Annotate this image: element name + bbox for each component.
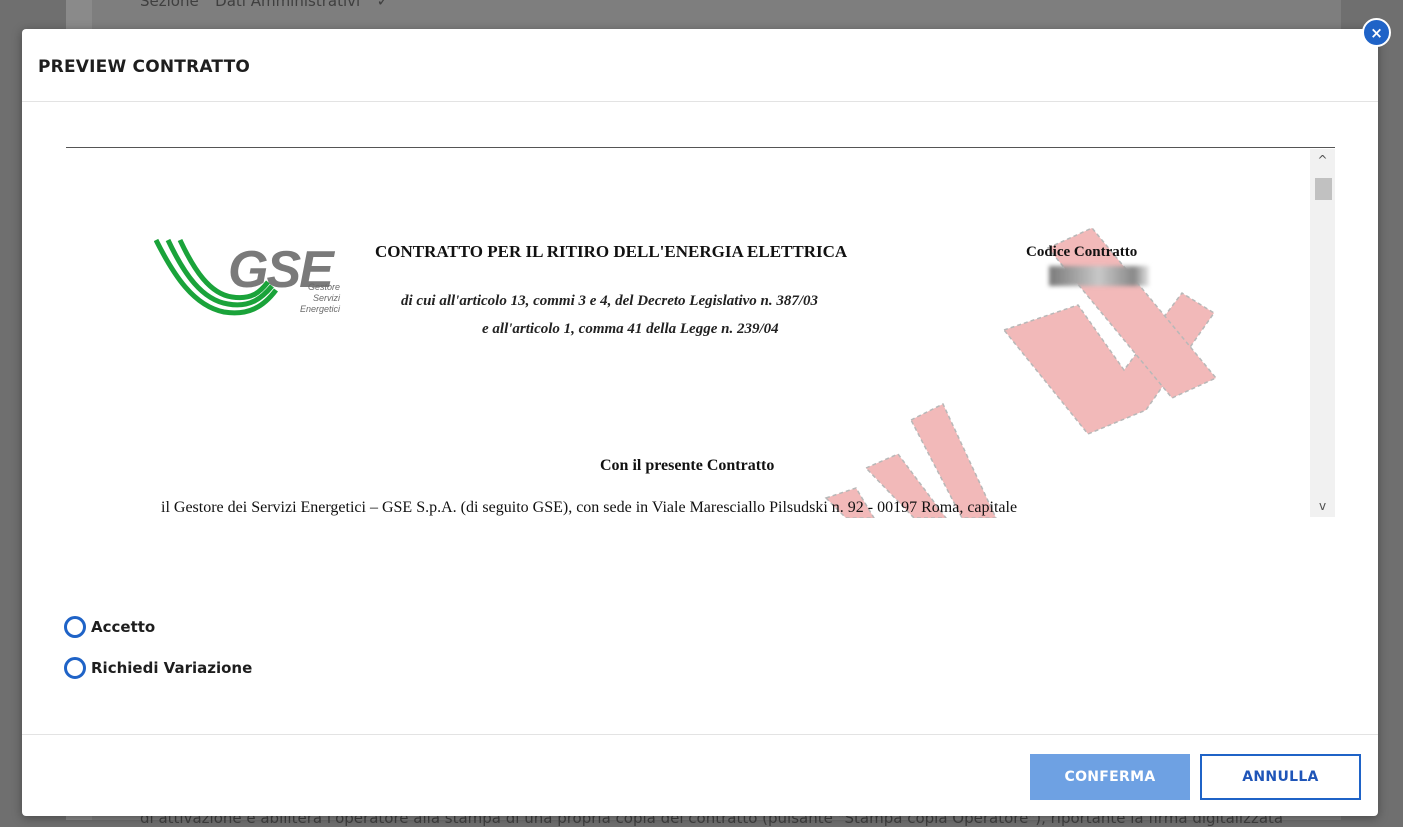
modal-header: PREVIEW CONTRATTO (22, 29, 1378, 102)
document-title: CONTRATTO PER IL RITIRO DELL'ENERGIA ELE… (375, 242, 848, 261)
contract-code-label: Codice Contratto (1026, 244, 1138, 260)
logo-sub-1: Gestore (307, 282, 340, 292)
document-heading: Con il presente Contratto (600, 457, 775, 474)
radio-richiedi-variazione[interactable]: Richiedi Variazione (64, 657, 252, 679)
scroll-thumb[interactable] (1315, 178, 1332, 200)
close-icon[interactable]: × (1362, 18, 1391, 47)
document-body-text: il Gestore dei Servizi Energetici – GSE … (161, 499, 1018, 516)
scroll-down-icon[interactable]: v (1310, 495, 1335, 517)
radio-circle-icon[interactable] (64, 616, 86, 638)
background-section-title: Sezione " Dati Amministrativi " ✓ (140, 0, 390, 10)
radio-accetto[interactable]: Accetto (64, 616, 155, 638)
document-subtitle-2: e all'articolo 1, comma 41 della Legge n… (482, 321, 779, 337)
confirm-button[interactable]: CONFERMA (1030, 754, 1190, 800)
contract-document-page: GSE Gestore Servizi Energetici CONTRATTO… (66, 148, 1306, 518)
cancel-button[interactable]: ANNULLA (1200, 754, 1361, 800)
logo-sub-2: Servizi (312, 293, 340, 303)
radio-label-accetto: Accetto (91, 618, 156, 636)
contract-document-viewer[interactable]: GSE Gestore Servizi Energetici CONTRATTO… (66, 147, 1335, 518)
contract-code-value-redacted (1049, 266, 1149, 286)
scroll-up-icon[interactable]: ^ (1310, 149, 1335, 171)
document-scrollbar[interactable]: ^ v (1310, 149, 1335, 517)
logo-sub-3: Energetici (299, 304, 340, 314)
radio-label-richiedi-variazione: Richiedi Variazione (91, 659, 253, 677)
document-subtitle-1: di cui all'articolo 13, commi 3 e 4, del… (401, 293, 819, 309)
preview-contract-modal: PREVIEW CONTRATTO GSE Gestore Servizi En… (22, 29, 1378, 816)
footer-divider (22, 734, 1378, 735)
modal-title: PREVIEW CONTRATTO (38, 57, 251, 77)
radio-circle-icon[interactable] (64, 657, 86, 679)
